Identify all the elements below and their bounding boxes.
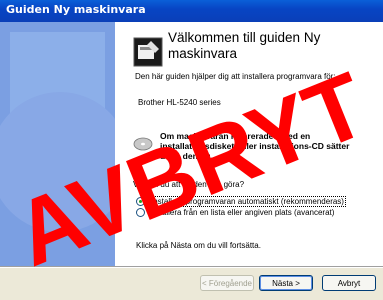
heading-line-1: Välkommen till guiden Ny: [168, 30, 321, 45]
hardware-sidebar-art: [0, 22, 115, 266]
cd-instruction-line-1: Om maskinvaran levererades med en: [160, 131, 311, 141]
cd-instruction-line-2: installationsdiskett eller installations…: [160, 141, 350, 151]
wizard-heading: Välkommen till guiden Ny maskinvara: [168, 30, 368, 62]
option-manual-label[interactable]: Installera från en lista eller angiven p…: [149, 208, 334, 217]
cd-icon: [133, 137, 153, 151]
option-auto-label[interactable]: Installera programvaran automatiskt (rek…: [149, 196, 346, 207]
window-title: Guiden Ny maskinvara: [6, 3, 146, 16]
intro-text: Den här guiden hjälper dig att installer…: [135, 72, 336, 81]
radio-manual[interactable]: [136, 208, 145, 217]
cancel-button[interactable]: Avbryt: [322, 275, 376, 291]
option-install-automatically[interactable]: Installera programvaran automatiskt (rek…: [136, 196, 346, 207]
hardware-wizard-icon: [133, 37, 163, 67]
device-name: Brother HL-5240 series: [138, 98, 221, 107]
radio-auto[interactable]: [136, 197, 145, 206]
heading-line-2: maskinvara: [168, 46, 238, 61]
wizard-window: Guiden Ny maskinvara Välkommen till guid…: [0, 0, 383, 299]
next-hint: Klicka på Nästa om du vill fortsätta.: [136, 241, 261, 250]
wizard-question: Vad vill du att guiden ska göra?: [133, 180, 245, 189]
cd-instruction: Om maskinvaran levererades med en instal…: [160, 131, 375, 161]
option-install-from-list[interactable]: Installera från en lista eller angiven p…: [136, 208, 334, 217]
cd-instruction-line-3: du in den nu.: [160, 151, 213, 161]
next-button[interactable]: Nästa >: [259, 275, 313, 291]
title-bar[interactable]: Guiden Ny maskinvara: [0, 0, 383, 22]
footer-divider: [0, 266, 383, 268]
back-button[interactable]: < Föregående: [200, 275, 254, 291]
